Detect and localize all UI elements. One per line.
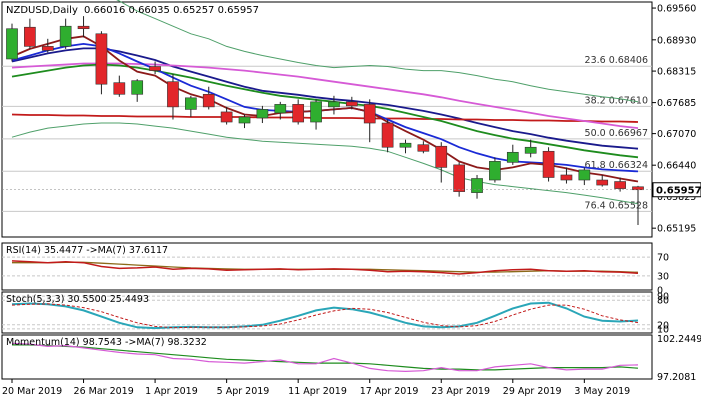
rsi-label: RSI(14) 35.4477 ->MA(7) 37.6117 [6,245,168,256]
bearish-candle-body [220,111,233,123]
bearish-candle-body [632,186,644,191]
bearish-candle-body [149,66,161,71]
bearish-candle-body [560,174,573,181]
momentum-tick-label: 97.2081 [657,372,696,383]
bullish-candle-body [489,161,501,181]
bearish-candle-body [453,164,465,192]
bearish-candle-body [435,145,448,168]
date-tick-label: 5 Apr 2019 [217,386,270,397]
date-tick-label: 1 Apr 2019 [145,386,198,397]
price-tick-label: 0.67685 [657,98,696,109]
fib-level-label: 50.0 0.66967 [585,128,648,139]
bearish-candle-body [77,25,90,30]
bearish-candle-body [41,46,54,51]
bearish-candle-body [113,82,126,95]
rsi-tick-label: 30 [657,271,669,282]
fib-level-label: 38.2 0.67610 [585,95,648,106]
stochastic-label: Stoch(5,3,3) 30.5500 25.4493 [6,294,149,305]
rsi-tick-label: 70 [657,253,669,264]
bullish-candle-body [524,146,537,154]
bullish-candle-body [310,101,322,123]
date-tick-label: 26 Mar 2019 [74,386,134,397]
date-tick-label: 29 Apr 2019 [503,386,562,397]
current-price-label: 0.65957 [656,186,701,197]
bullish-candle-body [256,109,269,119]
price-tick-label: 0.66440 [657,161,696,172]
bullish-candle-body [59,25,72,47]
bullish-candle-body [6,28,18,60]
bullish-candle-body [274,104,287,114]
bearish-candle-body [596,179,609,186]
bullish-candle-body [131,80,144,95]
momentum-tick-label: 102.2449 [657,334,701,345]
bullish-candle-body [238,116,251,124]
price-tick-label: 0.69560 [657,4,696,15]
bullish-candle-body [471,178,483,193]
candle [542,147,555,182]
bearish-candle-body [292,104,305,123]
date-tick-label: 23 Apr 2019 [431,386,490,397]
symbol-label: NZDUSD,Daily [6,5,78,16]
momentum-label: Momentum(14) 98.7543 ->MA(7) 98.3232 [6,337,207,348]
bearish-candle-body [614,181,626,189]
price-tick-label: 0.67070 [657,129,696,140]
bearish-candle-body [381,122,394,148]
bearish-candle-body [417,144,430,152]
date-tick-label: 3 May 2019 [574,386,630,397]
price-tick-label: 0.65195 [657,224,696,235]
bullish-candle-body [328,101,340,108]
fib-level-label: 23.6 0.68406 [585,55,648,66]
bearish-candle-body [202,93,215,108]
date-tick-label: 20 Mar 2019 [2,386,62,397]
bearish-candle-body [345,101,358,107]
bearish-candle-body [363,104,376,124]
date-tick-label: 11 Apr 2019 [288,386,347,397]
bullish-candle-body [506,151,519,163]
bearish-candle-body [95,33,108,85]
candle [381,119,394,153]
bullish-candle-body [578,169,591,181]
candle [6,23,18,62]
bearish-candle-body [24,26,36,47]
candle [489,157,501,183]
bullish-candle-body [185,97,197,110]
price-tick-label: 0.68315 [657,67,696,78]
price-tick-label: 0.68930 [657,35,696,46]
date-tick-label: 17 Apr 2019 [360,386,419,397]
forex-candlestick-chart: 0.69560 0.68930 0.68315 0.67685 0.67070 0.664… [0,0,701,402]
bearish-candle-body [542,150,555,178]
bearish-candle-body [167,81,179,108]
bullish-candle-body [399,142,412,148]
ohlc-values: 0.66016 0.66035 0.65257 0.65957 [84,5,259,16]
candle [453,162,465,197]
stochastic-tick-label: 80 [657,296,669,307]
